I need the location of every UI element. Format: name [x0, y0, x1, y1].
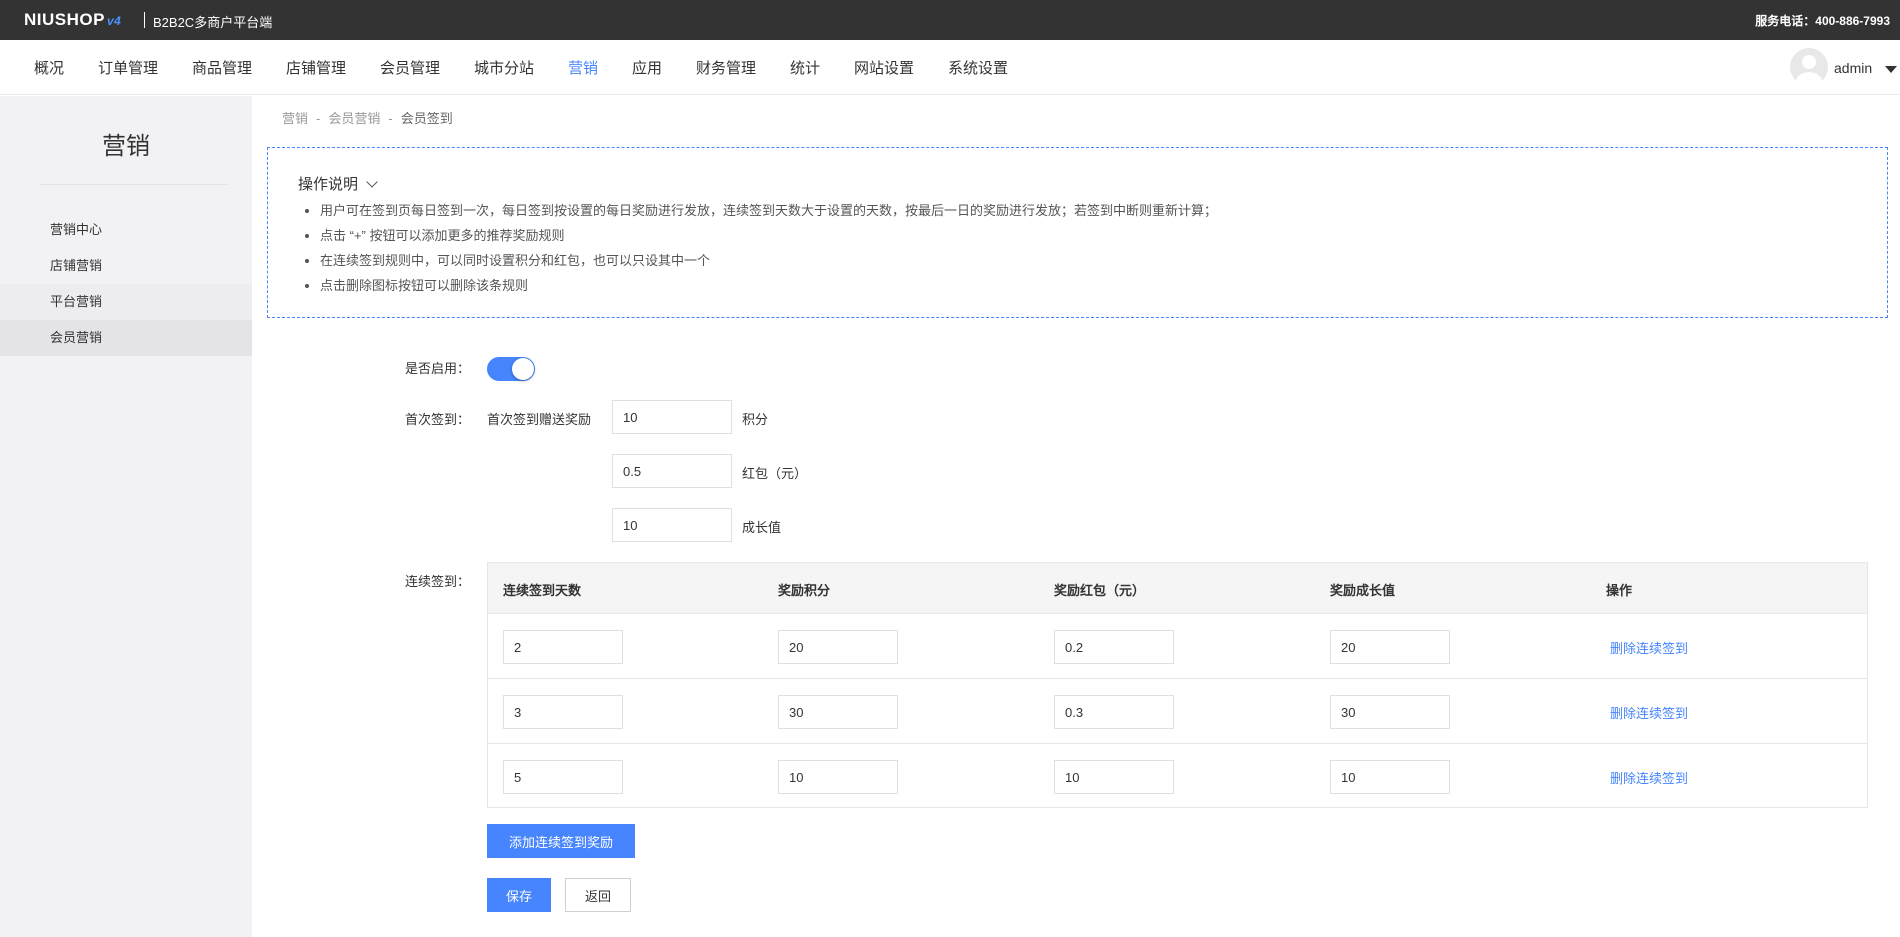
table-header: 连续签到天数 奖励积分 奖励红包（元） 奖励成长值 操作: [488, 563, 1867, 614]
logo-divider: [144, 12, 145, 28]
nav-item-marketing[interactable]: 营销: [568, 57, 598, 78]
nav-item-overview[interactable]: 概况: [34, 57, 64, 78]
back-button[interactable]: 返回: [565, 878, 631, 912]
sidebar-item-marketing-center[interactable]: 营销中心: [0, 212, 252, 248]
instruction-item: 点击 “+” 按钮可以添加更多的推荐奖励规则: [320, 223, 1217, 248]
instructions-title: 操作说明: [298, 176, 359, 193]
delete-rule-link[interactable]: 删除连续签到: [1610, 638, 1688, 657]
column-header-growth: 奖励成长值: [1330, 583, 1396, 598]
redpacket-input[interactable]: [1054, 760, 1174, 794]
nav-item-statistics[interactable]: 统计: [790, 57, 820, 78]
chevron-down-icon: [366, 176, 378, 188]
column-header-redpacket: 奖励红包（元）: [1054, 583, 1146, 598]
breadcrumb: 营销 - 会员营销 - 会员签到: [282, 108, 453, 127]
nav-item-orders[interactable]: 订单管理: [98, 57, 158, 78]
service-hotline: 服务电话：400-886-7993: [1755, 14, 1890, 28]
breadcrumb-separator: -: [388, 111, 393, 126]
points-input[interactable]: [778, 760, 898, 794]
redpacket-unit: 红包（元）: [742, 466, 808, 481]
instruction-item: 用户可在签到页每日签到一次，每日签到按设置的每日奖励进行发放，连续签到天数大于设…: [320, 198, 1217, 223]
redpacket-input[interactable]: [1054, 630, 1174, 664]
nav-item-city-stations[interactable]: 城市分站: [474, 57, 534, 78]
first-growth-input[interactable]: [612, 508, 732, 542]
growth-input[interactable]: [1330, 630, 1450, 664]
logo-version: v4: [106, 14, 122, 28]
top-bar: NIUSHOP v4 B2B2C多商户平台端 服务电话：400-886-7993: [0, 0, 1900, 40]
caret-down-icon: [1885, 66, 1897, 73]
instructions-list: 用户可在签到页每日签到一次，每日签到按设置的每日奖励进行发放，连续签到天数大于设…: [320, 198, 1217, 298]
sidebar-item-member-marketing[interactable]: 会员营销: [0, 320, 252, 356]
days-input[interactable]: [503, 695, 623, 729]
user-menu[interactable]: admin: [1790, 48, 1900, 88]
first-signin-label: 首次签到：: [404, 412, 470, 427]
table-row: 删除连续签到: [488, 679, 1867, 744]
sidebar-title: 营销: [102, 133, 150, 160]
delete-rule-link[interactable]: 删除连续签到: [1610, 703, 1688, 722]
nav-item-apps[interactable]: 应用: [632, 57, 662, 78]
delete-rule-link[interactable]: 删除连续签到: [1610, 768, 1688, 787]
points-input[interactable]: [778, 630, 898, 664]
enable-label: 是否启用：: [404, 361, 470, 376]
breadcrumb-item-marketing[interactable]: 营销: [282, 111, 308, 126]
enable-switch[interactable]: [487, 357, 535, 381]
instructions-panel: 操作说明 用户可在签到页每日签到一次，每日签到按设置的每日奖励进行发放，连续签到…: [267, 147, 1888, 318]
points-input[interactable]: [778, 695, 898, 729]
growth-input[interactable]: [1330, 695, 1450, 729]
column-header-points: 奖励积分: [778, 583, 831, 598]
instruction-item: 点击删除图标按钮可以删除该条规则: [320, 273, 1217, 298]
sidebar-divider: [40, 184, 227, 185]
nav-item-stores[interactable]: 店铺管理: [286, 57, 346, 78]
breadcrumb-item-member-marketing[interactable]: 会员营销: [328, 111, 380, 126]
instruction-item: 在连续签到规则中，可以同时设置积分和红包，也可以只设其中一个: [320, 248, 1217, 273]
first-signin-desc: 首次签到赠送奖励: [487, 412, 592, 427]
save-button[interactable]: 保存: [487, 878, 551, 912]
first-redpacket-input[interactable]: [612, 454, 732, 488]
platform-subtitle: B2B2C多商户平台端: [153, 15, 273, 30]
instructions-toggle[interactable]: 操作说明: [298, 173, 378, 194]
breadcrumb-separator: -: [316, 111, 321, 126]
first-points-input[interactable]: [612, 400, 732, 434]
continuous-rewards-table: 连续签到天数 奖励积分 奖励红包（元） 奖励成长值 操作 删除连续签到 删除连续…: [487, 562, 1868, 808]
logo[interactable]: NIUSHOP v4: [24, 10, 121, 30]
table-row: 删除连续签到: [488, 744, 1867, 809]
days-input[interactable]: [503, 760, 623, 794]
username: admin: [1834, 60, 1873, 76]
switch-knob: [512, 358, 534, 380]
growth-unit: 成长值: [742, 520, 782, 535]
add-continuous-reward-button[interactable]: 添加连续签到奖励: [487, 824, 635, 858]
main-nav: 概况 订单管理 商品管理 店铺管理 会员管理 城市分站 营销 应用 财务管理 统…: [0, 40, 1900, 95]
nav-item-members[interactable]: 会员管理: [380, 57, 440, 78]
continuous-signin-label: 连续签到：: [404, 574, 470, 589]
days-input[interactable]: [503, 630, 623, 664]
growth-input[interactable]: [1330, 760, 1450, 794]
avatar: [1790, 48, 1828, 86]
points-unit: 积分: [742, 412, 769, 427]
redpacket-input[interactable]: [1054, 695, 1174, 729]
table-row: 删除连续签到: [488, 614, 1867, 679]
nav-item-system-settings[interactable]: 系统设置: [948, 57, 1008, 78]
logo-text: NIUSHOP: [24, 10, 105, 29]
sidebar-item-platform-marketing[interactable]: 平台营销: [0, 284, 252, 320]
nav-item-site-settings[interactable]: 网站设置: [854, 57, 914, 78]
sidebar: 营销 营销中心 店铺营销 平台营销 会员营销: [0, 96, 252, 937]
nav-item-finance[interactable]: 财务管理: [696, 57, 756, 78]
breadcrumb-item-current: 会员签到: [400, 111, 453, 126]
column-header-days: 连续签到天数: [503, 583, 582, 598]
column-header-action: 操作: [1606, 583, 1633, 598]
nav-item-products[interactable]: 商品管理: [192, 57, 252, 78]
sidebar-item-store-marketing[interactable]: 店铺营销: [0, 248, 252, 284]
